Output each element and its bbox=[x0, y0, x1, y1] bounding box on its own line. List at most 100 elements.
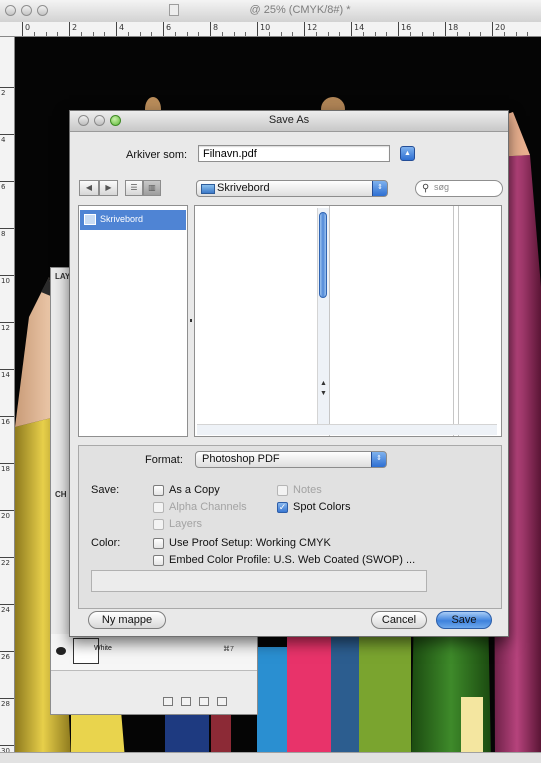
ruler-tick bbox=[0, 463, 14, 464]
vertical-scrollbar[interactable]: ▲ ▼ bbox=[317, 208, 329, 424]
sidebar-item-skrivebord[interactable]: Skrivebord bbox=[80, 210, 186, 230]
ruler-tick bbox=[0, 651, 14, 652]
ruler-tick bbox=[0, 745, 14, 746]
ruler-tick bbox=[304, 22, 305, 36]
scroll-down-arrow-icon[interactable]: ▼ bbox=[320, 390, 327, 397]
ruler-label: 10 bbox=[1, 277, 10, 285]
ruler-tick bbox=[0, 557, 14, 558]
ruler-label: 18 bbox=[1, 465, 10, 473]
ruler-minor-tick bbox=[456, 32, 458, 36]
search-icon: ⚲ bbox=[422, 183, 430, 194]
back-button[interactable]: ◀ bbox=[79, 180, 99, 196]
document-proxy-icon[interactable] bbox=[169, 4, 179, 16]
tab-channels[interactable]: CH bbox=[55, 490, 67, 499]
document-title: @ 25% (CMYK/8#) * bbox=[249, 4, 351, 16]
new-channel-icon[interactable] bbox=[199, 697, 209, 706]
format-popup[interactable]: Photoshop PDF ⇕ bbox=[195, 451, 387, 468]
channel-name: White bbox=[94, 645, 112, 652]
color-label: Color: bbox=[91, 537, 121, 549]
scroll-up-arrow-icon[interactable]: ▲ bbox=[320, 380, 327, 387]
scroll-thumb[interactable] bbox=[319, 212, 327, 298]
ruler-tick bbox=[257, 22, 258, 36]
use-proof-setup-label: Use Proof Setup: Working CMYK bbox=[169, 537, 331, 549]
ruler-tick bbox=[398, 22, 399, 36]
vertical-ruler[interactable]: 2 4 6 8 10 12 14 16 18 20 22 24 26 28 30 bbox=[0, 37, 15, 759]
layers-checkbox[interactable] bbox=[153, 519, 164, 530]
expand-dialog-button[interactable]: ▲ bbox=[400, 146, 415, 161]
ruler-minor-tick bbox=[292, 32, 294, 36]
ruler-minor-tick bbox=[127, 32, 129, 36]
cancel-button[interactable]: Cancel bbox=[371, 611, 427, 629]
search-placeholder: søg bbox=[434, 182, 450, 192]
ruler-tick bbox=[0, 134, 14, 135]
horizontal-ruler[interactable]: 0 2 4 6 8 10 12 14 16 18 20 bbox=[0, 22, 541, 37]
channel-shortcut: ⌘7 bbox=[223, 646, 234, 653]
ruler-tick bbox=[0, 510, 14, 511]
format-value: Photoshop PDF bbox=[202, 453, 280, 465]
filename-input[interactable] bbox=[198, 145, 390, 162]
eye-icon[interactable] bbox=[56, 647, 66, 655]
channel-row[interactable]: White ⌘7 bbox=[51, 634, 257, 671]
ruler-label: 10 bbox=[260, 23, 271, 32]
ruler-tick bbox=[22, 22, 23, 36]
ruler-minor-tick bbox=[151, 32, 153, 36]
desktop-icon bbox=[84, 214, 96, 225]
ruler-label: 2 bbox=[72, 23, 78, 32]
status-bar bbox=[0, 752, 541, 763]
browser-column[interactable] bbox=[195, 206, 330, 436]
expand-icon: ▲ bbox=[404, 150, 411, 157]
notes-label: Notes bbox=[293, 484, 322, 496]
dialog-title: Save As bbox=[268, 114, 310, 126]
notes-checkbox[interactable] bbox=[277, 485, 288, 496]
ruler-minor-tick bbox=[221, 32, 223, 36]
spot-colors-checkbox[interactable]: ✓ bbox=[277, 502, 288, 513]
save-button[interactable]: Save bbox=[436, 611, 492, 629]
ruler-label: 22 bbox=[1, 559, 10, 567]
ruler-minor-tick bbox=[268, 32, 270, 36]
ruler-tick bbox=[116, 22, 117, 36]
ruler-tick bbox=[0, 275, 14, 276]
column-view-button[interactable]: ▥ bbox=[143, 180, 161, 196]
save-as-dialog: Save As Arkiver som: ▲ ◀ ▶ ☰ ▥ Skrivebor… bbox=[69, 110, 509, 637]
sidebar-item-label: Skrivebord bbox=[100, 214, 144, 224]
doc-zoom-button[interactable] bbox=[37, 5, 48, 16]
spot-colors-label: Spot Colors bbox=[293, 501, 351, 513]
forward-button[interactable]: ▶ bbox=[99, 180, 118, 196]
ruler-minor-tick bbox=[362, 32, 364, 36]
use-proof-setup-checkbox[interactable] bbox=[153, 538, 164, 549]
list-view-button[interactable]: ☰ bbox=[125, 180, 143, 196]
file-browser[interactable]: ▲ ▼ bbox=[194, 205, 502, 437]
tab-layers[interactable]: LAY bbox=[55, 272, 70, 281]
ruler-tick bbox=[0, 181, 14, 182]
as-a-copy-checkbox[interactable] bbox=[153, 485, 164, 496]
new-folder-button[interactable]: Ny mappe bbox=[88, 611, 166, 629]
load-selection-icon[interactable] bbox=[163, 697, 173, 706]
location-popup[interactable]: Skrivebord ⇕ bbox=[196, 180, 388, 197]
ruler-tick bbox=[0, 228, 14, 229]
ruler-tick bbox=[163, 22, 164, 36]
ruler-label: 6 bbox=[166, 23, 172, 32]
search-input[interactable]: ⚲ søg bbox=[415, 180, 503, 197]
browser-column[interactable] bbox=[329, 206, 454, 436]
horizontal-scrollbar[interactable] bbox=[197, 424, 497, 435]
ruler-tick bbox=[351, 22, 352, 36]
ruler-label: 12 bbox=[307, 23, 318, 32]
ruler-minor-tick bbox=[327, 32, 329, 36]
ruler-label: 0 bbox=[25, 23, 31, 32]
ruler-label: 14 bbox=[354, 23, 365, 32]
browser-column-divider[interactable] bbox=[453, 206, 459, 436]
doc-minimize-button[interactable] bbox=[21, 5, 32, 16]
format-label: Format: bbox=[145, 454, 183, 466]
split-handle[interactable] bbox=[190, 319, 192, 322]
doc-close-button[interactable] bbox=[5, 5, 16, 16]
ruler-minor-tick bbox=[374, 32, 376, 36]
list-view-icon: ☰ bbox=[130, 183, 138, 192]
alpha-channels-checkbox[interactable] bbox=[153, 502, 164, 513]
save-selection-icon[interactable] bbox=[181, 697, 191, 706]
sidebar[interactable]: Skrivebord bbox=[78, 205, 188, 437]
embed-color-profile-checkbox[interactable] bbox=[153, 555, 164, 566]
ruler-label: 6 bbox=[1, 183, 6, 191]
ruler-minor-tick bbox=[480, 32, 482, 36]
trash-icon[interactable] bbox=[217, 697, 227, 706]
ruler-minor-tick bbox=[139, 32, 141, 36]
